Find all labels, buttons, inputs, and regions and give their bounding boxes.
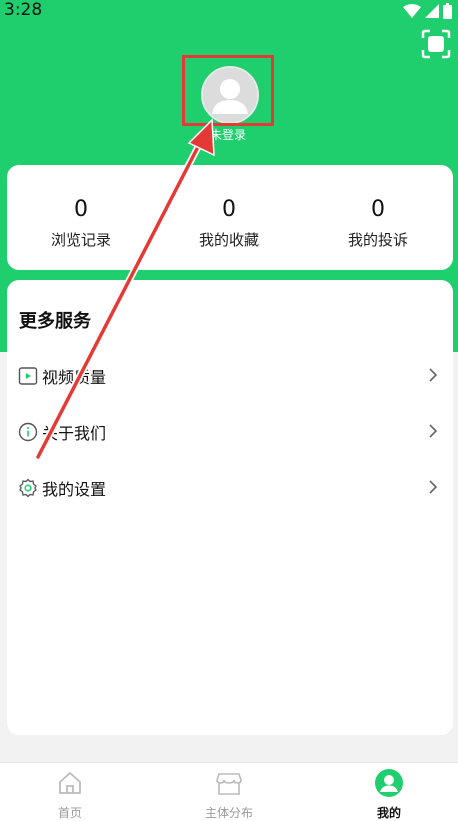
status-icons [403,3,452,19]
bottom-tab-bar: 首页 主体分布 我的 [0,762,458,821]
tab-home[interactable]: 首页 [10,769,130,821]
video-icon [18,367,38,385]
services-title: 更多服务 [19,311,91,332]
stat-label: 浏览记录 [50,231,111,249]
scan-icon[interactable] [420,28,452,60]
signal-icon [425,4,439,18]
stats-card: 0 浏览记录 0 我的收藏 0 我的投诉 [7,165,453,270]
tab-distribution[interactable]: 主体分布 [169,769,289,821]
stat-value: 0 [222,197,236,222]
stat-label: 我的收藏 [198,231,259,249]
login-status-text[interactable]: 未登录 [210,126,246,143]
chevron-right-icon [429,424,438,438]
chevron-right-icon [429,368,438,382]
annotation-highlight-box [182,55,274,126]
service-item-video-quality[interactable]: 视频质量 [7,356,453,396]
tab-label: 主体分布 [204,806,253,820]
service-item-my-settings[interactable]: 我的设置 [7,468,453,508]
stat-favorites[interactable]: 0 我的收藏 [159,197,299,250]
battery-icon [443,3,452,19]
service-label: 视频质量 [42,368,107,387]
tab-label: 我的 [376,806,401,820]
service-item-about-us[interactable]: 关于我们 [7,412,453,452]
stat-value: 0 [74,197,88,222]
store-icon [216,773,242,795]
status-time: 3:28 [4,0,43,20]
services-card: 更多服务 视频质量 关于我们 我的设置 [7,280,453,735]
stat-complaints[interactable]: 0 我的投诉 [308,197,448,250]
status-bar: 3:28 [0,0,458,24]
stat-label: 我的投诉 [347,231,408,249]
user-icon [375,769,403,797]
chevron-right-icon [429,480,438,494]
wifi-icon [403,4,421,18]
stat-value: 0 [371,197,385,222]
tab-label: 首页 [57,806,82,820]
tab-mine[interactable]: 我的 [329,769,449,821]
gear-icon [19,478,37,498]
service-label: 我的设置 [42,480,107,499]
service-label: 关于我们 [42,424,107,443]
stat-browse-history[interactable]: 0 浏览记录 [11,197,151,250]
home-icon [59,772,81,794]
info-icon [18,422,38,442]
